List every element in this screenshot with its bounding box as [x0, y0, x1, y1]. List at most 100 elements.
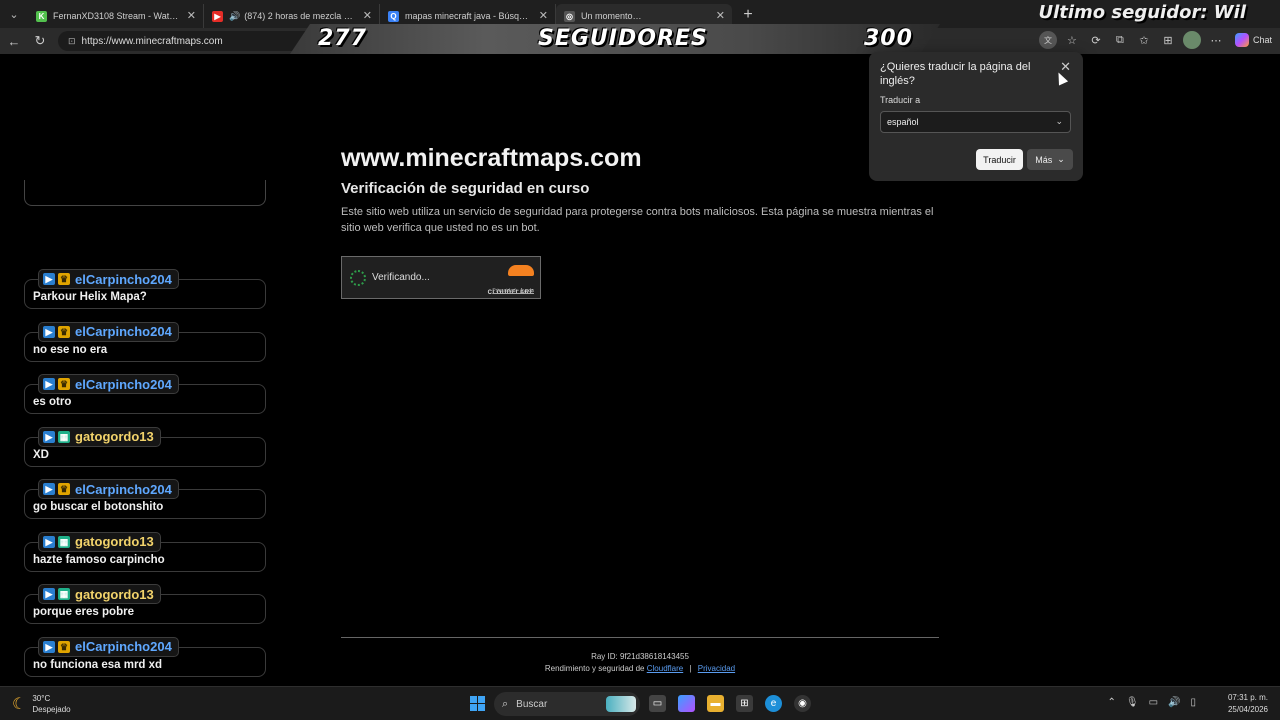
- crown-badge-icon: ♛: [58, 483, 70, 495]
- footer-perf-text: Rendimiento y seguridad de: [544, 664, 645, 673]
- search-icon: ⌕: [502, 697, 509, 710]
- moon-icon: ☾: [12, 696, 27, 713]
- site-info-icon[interactable]: ⊡: [68, 36, 76, 47]
- challenge-links[interactable]: Privacidad • Ayuda: [492, 288, 534, 294]
- chat-username: elCarpincho204: [75, 271, 172, 287]
- taskbar-search[interactable]: ⌕ Buscar: [494, 692, 640, 716]
- windows-taskbar: ☾ 30°C Despejado ⌕ Buscar ▭ ▬ ⊞ e ◉ ⌃ 🎙 …: [0, 686, 1280, 720]
- favorites-icon[interactable]: ✩: [1135, 31, 1153, 49]
- extensions-puzzle-icon[interactable]: ⧉: [1111, 31, 1129, 49]
- cloudflare-cloud-icon: [508, 265, 534, 276]
- language-value: español: [887, 117, 919, 127]
- network-icon[interactable]: ▭: [1149, 697, 1158, 708]
- subscriber-badge-icon: ▶: [43, 325, 55, 338]
- followers-goal: 300: [864, 26, 913, 51]
- translate-button[interactable]: Traducir: [976, 149, 1023, 170]
- edge-icon[interactable]: e: [765, 695, 782, 712]
- chevron-down-icon: ⌄: [1055, 116, 1063, 126]
- back-button[interactable]: ←: [2, 29, 26, 53]
- tab-actions-menu-icon[interactable]: ⌄: [0, 0, 28, 28]
- gift-badge-icon: ▦: [58, 430, 70, 443]
- chat-message: no funciona esa mrd xd ▶ ♛ elCarpincho204: [24, 636, 266, 689]
- chat-message: go buscar el botonshito ▶ ♛ elCarpincho204: [24, 479, 266, 531]
- close-tab-icon[interactable]: ✕: [539, 9, 548, 22]
- chat-username-tag: ▶ ▦ gatogordo13: [38, 531, 161, 552]
- system-tray: ⌃ 🎙 ▭ 🔊 ▯: [1107, 697, 1196, 708]
- language-select[interactable]: español ⌄: [880, 111, 1071, 133]
- crown-badge-icon: ♛: [58, 325, 70, 338]
- chat-username-tag: ▶ ▦ gatogordo13: [38, 584, 161, 604]
- copilot-taskbar-icon[interactable]: [678, 695, 695, 712]
- browser-tab[interactable]: K FernanXD3108 Stream - Watch Li... ✕: [28, 4, 204, 28]
- chat-username: elCarpincho204: [75, 376, 172, 392]
- copilot-icon: [1234, 33, 1249, 47]
- profile-avatar[interactable]: [1182, 31, 1201, 49]
- extensions-icon[interactable]: ⟳: [1087, 31, 1105, 49]
- crown-badge-icon: ♛: [58, 273, 70, 285]
- chat-message: hazte famoso carpincho ▶ ▦ gatogordo13: [24, 531, 266, 584]
- tab-title: (874) 2 horas de mezcla de m...: [244, 11, 357, 21]
- translate-to-label: Traducir a: [880, 95, 921, 105]
- chat-message: porque eres pobre ▶ ▦ gatogordo13: [24, 584, 266, 636]
- chat-username: elCarpincho204: [75, 481, 172, 497]
- clock[interactable]: 07:31 p. m. 25/04/2026: [1228, 692, 1268, 716]
- search-highlight-icon: [606, 696, 636, 712]
- loading-spinner-icon: [350, 270, 366, 286]
- audio-playing-icon[interactable]: 🔊: [229, 11, 240, 22]
- task-view-icon[interactable]: ▭: [649, 695, 666, 712]
- chat-username: elCarpincho204: [75, 324, 172, 339]
- weather-widget[interactable]: ☾ 30°C Despejado: [12, 693, 71, 715]
- subscriber-badge-icon: ▶: [43, 588, 55, 600]
- chat-message: Parkour Helix Mapa? ▶ ♛ elCarpincho204: [24, 269, 266, 321]
- start-button[interactable]: [470, 696, 485, 711]
- cloudflare-challenge-widget[interactable]: Verificando... CLOUDFLARE Privacidad • A…: [341, 256, 541, 299]
- more-menu-icon[interactable]: ⋯: [1207, 31, 1225, 49]
- footer-divider: [341, 637, 939, 638]
- translate-icon[interactable]: 文: [1038, 31, 1057, 49]
- refresh-button[interactable]: ↻: [28, 29, 52, 53]
- weather-temp: 30°C: [32, 694, 51, 703]
- verification-heading: Verificación de seguridad en curso: [341, 180, 590, 197]
- file-explorer-icon[interactable]: ▬: [707, 695, 724, 712]
- cloudflare-link[interactable]: Cloudflare: [647, 664, 683, 673]
- close-tab-icon[interactable]: ✕: [363, 9, 372, 22]
- chat-username-tag: ▶ ♛ elCarpincho204: [38, 321, 179, 342]
- chat-message: es otro ▶ ♛ elCarpincho204: [24, 374, 266, 426]
- gift-badge-icon: ▦: [58, 588, 70, 600]
- store-icon[interactable]: ⊞: [736, 695, 753, 712]
- collections-icon[interactable]: ⊞: [1159, 31, 1177, 49]
- battery-icon[interactable]: ▯: [1190, 697, 1196, 708]
- chat-message-partial: [24, 180, 266, 206]
- new-tab-button[interactable]: +: [736, 3, 760, 27]
- footer-performance: Rendimiento y seguridad de Cloudflare | …: [341, 664, 939, 673]
- favorite-star-icon[interactable]: ☆: [1063, 31, 1081, 49]
- followers-current: 277: [318, 26, 367, 51]
- chat-username: gatogordo13: [75, 586, 154, 602]
- obs-icon[interactable]: ◉: [794, 695, 811, 712]
- chat-username-tag: ▶ ▦ gatogordo13: [38, 426, 161, 447]
- subscriber-badge-icon: ▶: [43, 640, 55, 653]
- chat-username: gatogordo13: [75, 429, 154, 444]
- globe-icon: ◎: [564, 10, 575, 22]
- subscriber-badge-icon: ▶: [43, 378, 55, 390]
- more-options-button[interactable]: Más ⌄: [1027, 149, 1073, 170]
- subscriber-badge-icon: ▶: [43, 430, 55, 443]
- microphone-icon[interactable]: 🎙: [1126, 697, 1139, 708]
- site-domain-title: www.minecraftmaps.com: [341, 144, 642, 172]
- subscriber-badge-icon: ▶: [43, 483, 55, 495]
- crown-badge-icon: ♛: [58, 378, 70, 390]
- tab-title: mapas minecraft java - Búsqueda: [405, 11, 533, 21]
- close-tab-icon[interactable]: ✕: [716, 9, 725, 22]
- more-label: Más: [1035, 154, 1053, 165]
- weather-desc: Despejado: [32, 705, 71, 714]
- followers-label: SEGUIDORES: [538, 26, 708, 51]
- copilot-chat-button[interactable]: Chat: [1234, 33, 1272, 47]
- close-tab-icon[interactable]: ✕: [187, 9, 196, 22]
- volume-icon[interactable]: 🔊: [1168, 697, 1180, 708]
- tab-title: Un momento…: [581, 11, 642, 21]
- chevron-up-icon[interactable]: ⌃: [1107, 697, 1115, 708]
- chat-username-tag: ▶ ♛ elCarpincho204: [38, 269, 179, 289]
- verification-description: Este sitio web utiliza un servicio de se…: [341, 206, 934, 234]
- privacy-link[interactable]: Privacidad: [698, 664, 735, 673]
- chat-username-tag: ▶ ♛ elCarpincho204: [38, 374, 179, 394]
